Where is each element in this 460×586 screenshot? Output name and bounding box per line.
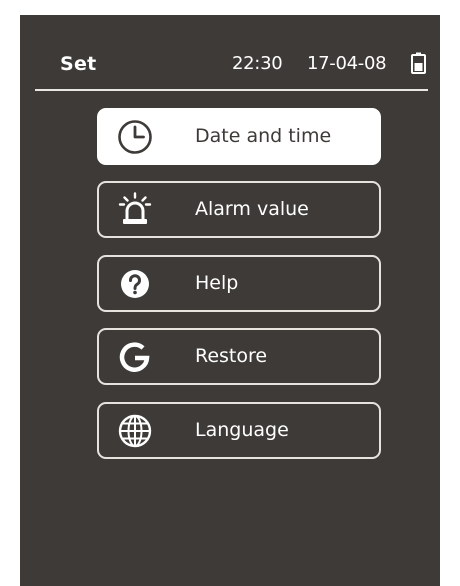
page-title: Set bbox=[60, 53, 97, 75]
menu-item-alarm-value[interactable]: Alarm value bbox=[97, 181, 381, 238]
globe-icon bbox=[118, 414, 152, 448]
time-display: 22:30 bbox=[232, 53, 283, 74]
menu-item-restore[interactable]: Restore bbox=[97, 328, 381, 385]
menu-item-label: Help bbox=[195, 272, 239, 294]
status-header: Set 22:30 17-04-08 bbox=[20, 15, 440, 89]
clock-icon bbox=[118, 120, 152, 154]
menu-item-label: Restore bbox=[195, 345, 268, 367]
menu-item-date-and-time[interactable]: Date and time bbox=[97, 108, 381, 165]
help-icon bbox=[121, 270, 149, 298]
menu-item-help[interactable]: Help bbox=[97, 255, 381, 312]
restore-icon bbox=[119, 342, 150, 372]
menu-item-label: Alarm value bbox=[195, 198, 309, 220]
battery-icon bbox=[411, 52, 426, 74]
device-screen: Set 22:30 17-04-08 Date and time Alarm v… bbox=[20, 15, 440, 586]
header-divider bbox=[35, 89, 428, 91]
menu-item-language[interactable]: Language bbox=[97, 402, 381, 459]
menu-item-label: Date and time bbox=[195, 125, 332, 147]
date-display: 17-04-08 bbox=[307, 53, 387, 74]
alarm-icon bbox=[118, 192, 152, 224]
menu-item-label: Language bbox=[195, 419, 289, 441]
